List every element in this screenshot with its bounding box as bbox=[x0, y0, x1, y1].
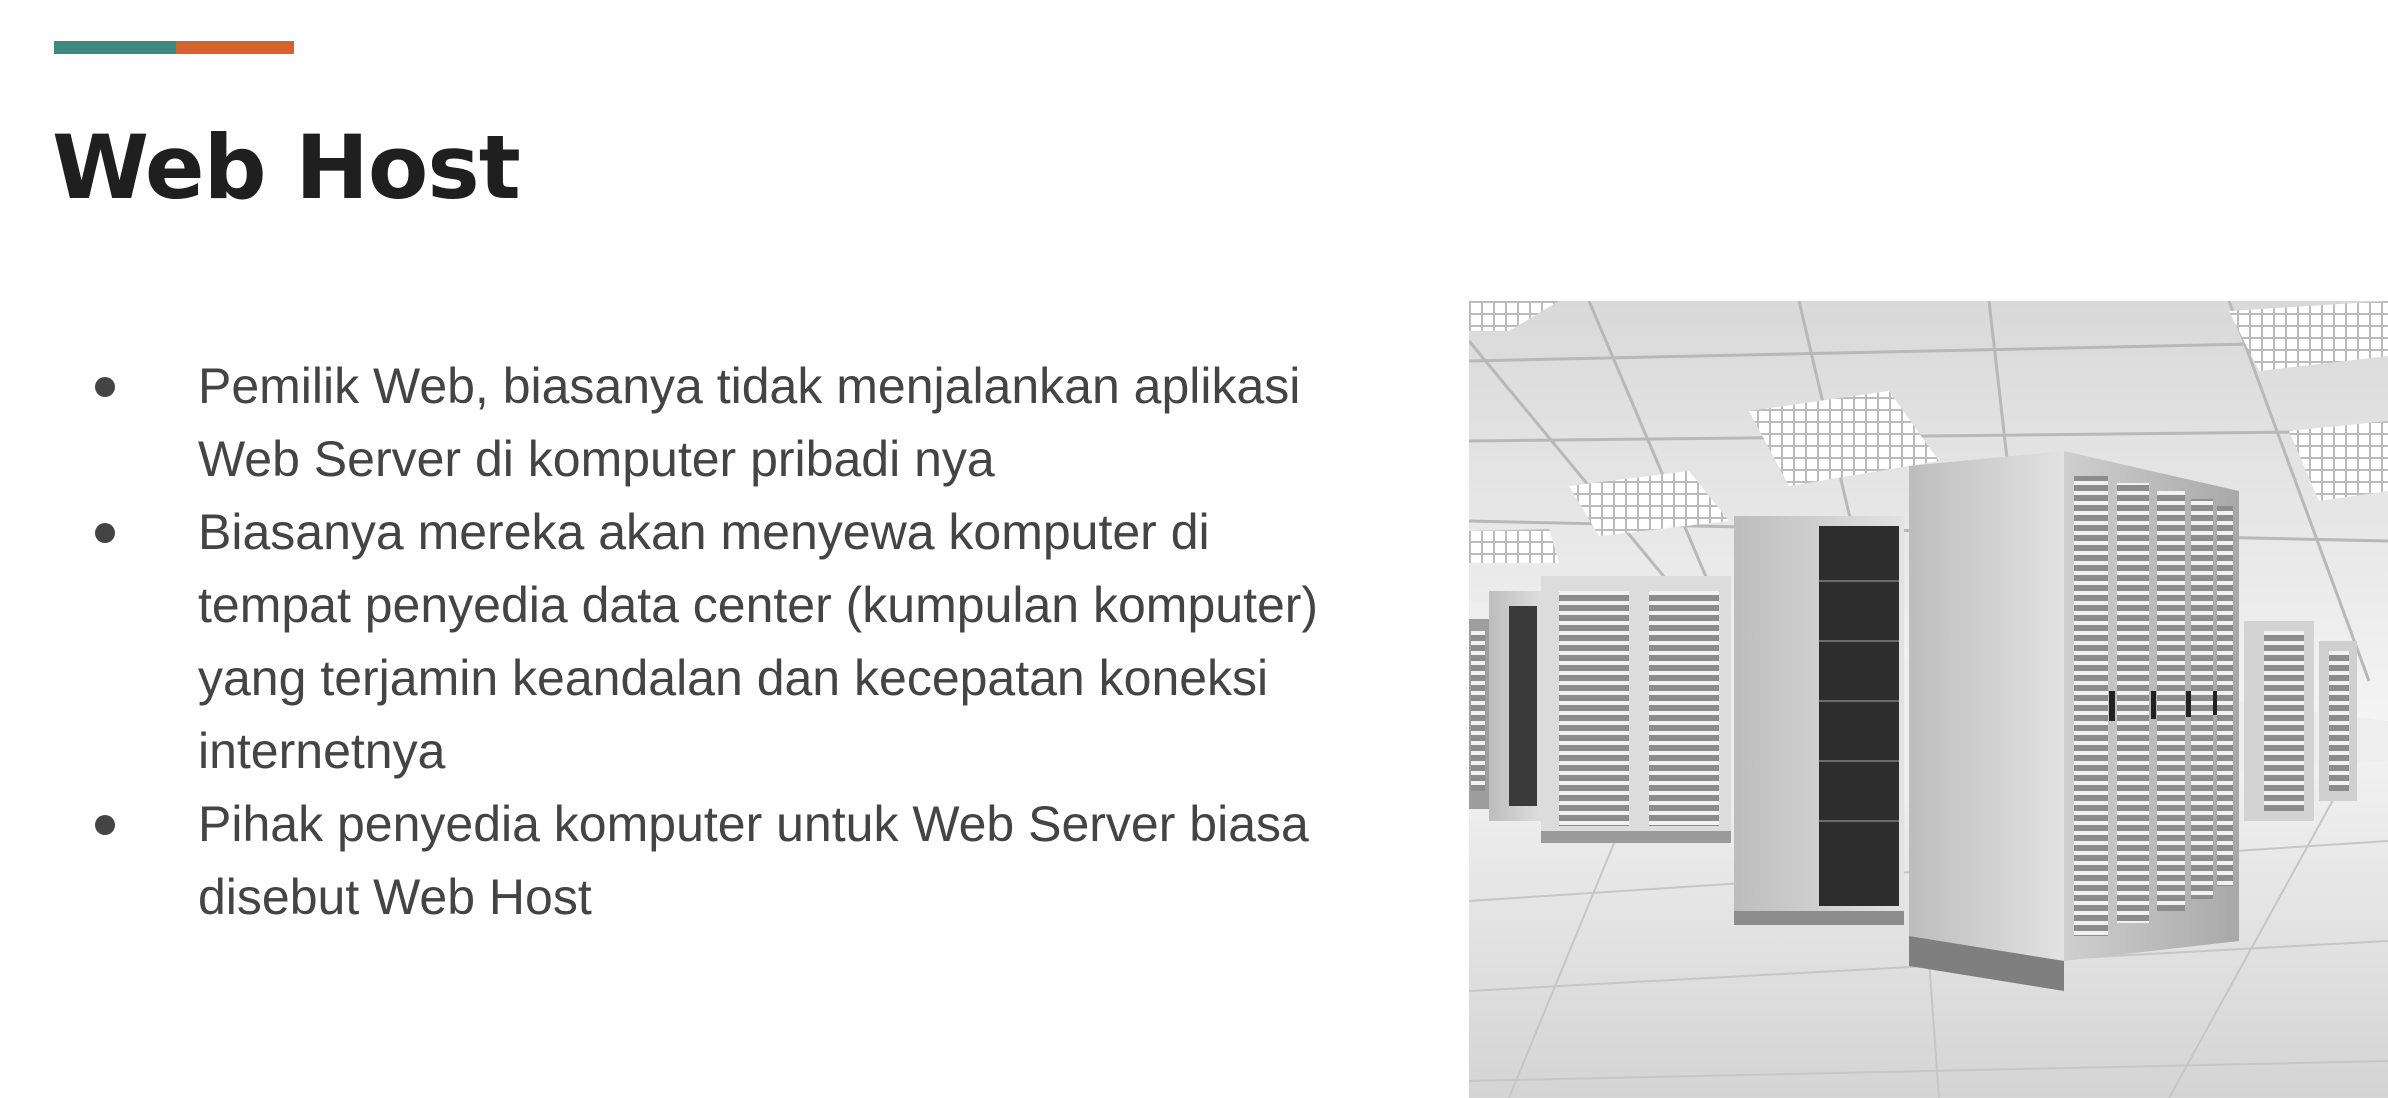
bullet-dot-icon bbox=[95, 523, 115, 543]
data-center-photo bbox=[1469, 301, 2388, 1098]
bullet-dot-icon bbox=[95, 815, 115, 835]
bullet-line: internetnya bbox=[198, 723, 446, 779]
bullet-dot-icon bbox=[95, 377, 115, 397]
accent-bar-teal bbox=[54, 41, 176, 54]
bullet-line: Pemilik Web, biasanya tidak menjalankan … bbox=[198, 358, 1301, 414]
bullet-line: disebut Web Host bbox=[198, 869, 592, 925]
bullet-item: Biasanya mereka akan menyewa komputer di… bbox=[88, 496, 1388, 788]
bullet-line: Biasanya mereka akan menyewa komputer di bbox=[198, 504, 1210, 560]
slide: Web Host Pemilik Web, biasanya tidak men… bbox=[0, 0, 2388, 1098]
accent-bar bbox=[54, 41, 294, 54]
bullet-line: Web Server di komputer pribadi nya bbox=[198, 431, 995, 487]
accent-bar-orange bbox=[176, 41, 294, 54]
bullet-item: Pemilik Web, biasanya tidak menjalankan … bbox=[88, 350, 1388, 496]
slide-title: Web Host bbox=[52, 116, 521, 219]
bullet-item: Pihak penyedia komputer untuk Web Server… bbox=[88, 788, 1388, 934]
server-room-illustration bbox=[1469, 301, 2388, 1098]
bullet-line: tempat penyedia data center (kumpulan ko… bbox=[198, 577, 1319, 633]
bullet-list: Pemilik Web, biasanya tidak menjalankan … bbox=[88, 350, 1388, 934]
bullet-line: yang terjamin keandalan dan kecepatan ko… bbox=[198, 650, 1269, 706]
bullet-line: Pihak penyedia komputer untuk Web Server… bbox=[198, 796, 1309, 852]
